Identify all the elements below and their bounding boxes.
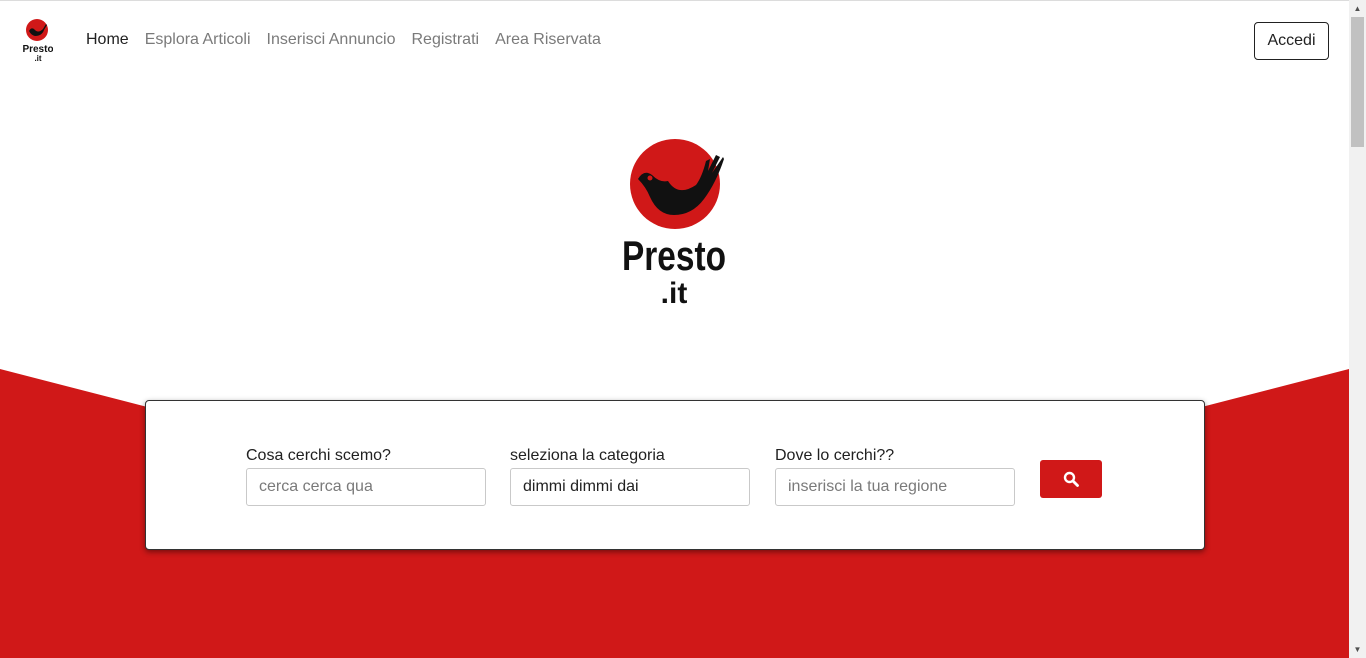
where-field: Dove lo cerchi?? <box>775 446 1015 506</box>
brand-logo-tld: .it <box>34 54 41 63</box>
what-label: Cosa cerchi scemo? <box>246 447 391 464</box>
nav-links: Home Esplora Articoli Inserisci Annuncio… <box>86 30 617 50</box>
scrollbar-thumb[interactable] <box>1351 17 1364 147</box>
nav-home[interactable]: Home <box>86 30 129 50</box>
hero-logo: Presto .it <box>622 139 726 309</box>
nav-esplora-articoli[interactable]: Esplora Articoli <box>145 30 251 50</box>
search-button[interactable] <box>1040 460 1102 498</box>
category-input[interactable] <box>510 468 750 506</box>
nav-registrati[interactable]: Registrati <box>411 30 479 50</box>
category-label: seleziona la categoria <box>510 447 665 464</box>
nav-area-riservata[interactable]: Area Riservata <box>495 30 601 50</box>
vertical-scrollbar[interactable]: ▲ ▼ <box>1349 0 1366 658</box>
search-card: Cosa cerchi scemo? seleziona la categori… <box>145 400 1205 550</box>
search-icon <box>1063 471 1079 487</box>
where-input[interactable] <box>775 468 1015 506</box>
category-field: seleziona la categoria <box>510 446 750 506</box>
hero-logo-tld: .it <box>661 277 688 309</box>
nav-inserisci-annuncio[interactable]: Inserisci Annuncio <box>267 30 396 50</box>
navbar: Presto .it Home Esplora Articoli Inseris… <box>0 1 1349 79</box>
page: Presto .it Home Esplora Articoli Inseris… <box>0 0 1349 658</box>
what-input[interactable] <box>246 468 486 506</box>
scroll-up-arrow-icon[interactable]: ▲ <box>1349 0 1366 17</box>
where-label: Dove lo cerchi?? <box>775 447 895 464</box>
what-field: Cosa cerchi scemo? <box>246 446 486 506</box>
brand-logo[interactable]: Presto .it <box>23 18 53 64</box>
login-button[interactable]: Accedi <box>1254 22 1329 60</box>
scroll-down-arrow-icon[interactable]: ▼ <box>1349 641 1366 658</box>
hero-logo-name: Presto <box>622 232 726 279</box>
